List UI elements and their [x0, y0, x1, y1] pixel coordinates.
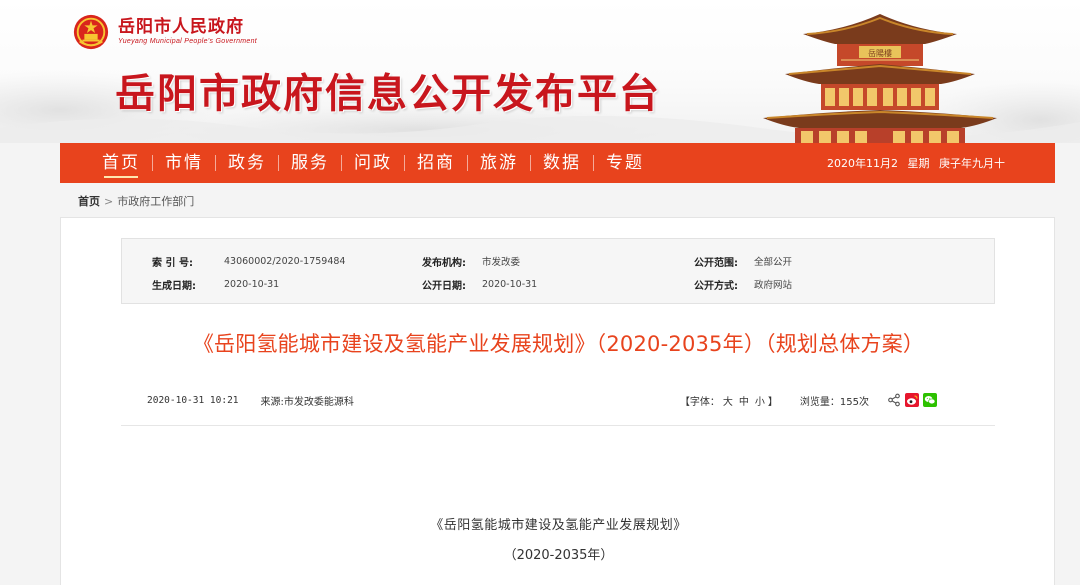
meta-label: 生成日期: — [152, 280, 196, 292]
nav-item-data[interactable]: 数据 — [531, 143, 593, 183]
nav-date: 2020年11月2 星期 庚子年九月十 — [827, 155, 1005, 171]
nav-item-topics[interactable]: 专题 — [594, 143, 656, 183]
meta-label: 公开日期: — [422, 280, 466, 292]
font-size-medium-link[interactable]: 中 — [739, 397, 749, 408]
nav-item-tourism[interactable]: 旅游 — [468, 143, 530, 183]
body-heading: 《岳阳氢能城市建设及氢能产业发展规划》 — [430, 518, 687, 533]
meta-value: 市发改委 — [482, 257, 521, 268]
content-card: 索 引 号: 43060002/2020-1759484 发布机构: 市发改委 … — [60, 217, 1055, 585]
meta-method: 公开方式: 政府网站 — [694, 274, 792, 294]
document-meta-box: 索 引 号: 43060002/2020-1759484 发布机构: 市发改委 … — [121, 238, 995, 304]
nav-item-investment[interactable]: 招商 — [405, 143, 467, 183]
meta-value: 政府网站 — [754, 280, 793, 291]
nav-item-home[interactable]: 首页 — [90, 143, 152, 183]
main-nav: 首页 市情 政务 服务 问政 招商 旅游 数据 专题 2020年11月2 星期 … — [60, 143, 1055, 183]
meta-row: 生成日期: 2020-10-31 公开日期: 2020-10-31 公开方式: … — [122, 274, 996, 294]
site-logo[interactable]: 岳阳市人民政府 Yueyang Municipal People's Gover… — [72, 12, 257, 52]
lunar-date-text: 庚子年九月十 — [939, 157, 1005, 170]
nav-item-city-info[interactable]: 市情 — [153, 143, 215, 183]
meta-label: 索 引 号: — [152, 257, 193, 269]
meta-publisher: 发布机构: 市发改委 — [422, 251, 520, 271]
weekday-text: 星期 — [907, 157, 930, 170]
meta-value: 43060002/2020-1759484 — [224, 255, 346, 267]
pavilion-plaque: 岳陽樓 — [868, 48, 892, 58]
date-text: 2020年11月2 — [827, 157, 898, 170]
meta-created: 生成日期: 2020-10-31 — [152, 274, 279, 294]
yueyang-tower-illustration: 岳陽樓 — [763, 14, 997, 143]
article-title: 《岳阳氢能城市建设及氢能产业发展规划》（2020-2035年）（规划总体方案） — [192, 332, 925, 356]
view-count: 浏览量：155次 — [799, 396, 869, 408]
meta-label: 公开方式: — [694, 280, 738, 292]
weibo-icon[interactable] — [905, 393, 919, 407]
meta-index: 索 引 号: 43060002/2020-1759484 — [152, 251, 345, 271]
meta-label: 公开范围: — [694, 257, 738, 269]
meta-value: 2020-10-31 — [224, 278, 280, 290]
gov-name: 岳阳市人民政府 — [118, 17, 244, 37]
meta-value: 2020-10-31 — [482, 278, 538, 290]
platform-title: 岳阳市政府信息公开发布平台 — [115, 71, 661, 117]
meta-row: 索 引 号: 43060002/2020-1759484 发布机构: 市发改委 … — [122, 251, 996, 271]
meta-value: 全部公开 — [754, 257, 793, 268]
national-emblem-icon — [73, 14, 109, 50]
nav-item-inquiry[interactable]: 问政 — [342, 143, 404, 183]
breadcrumb-separator: > — [104, 194, 114, 208]
font-size-small-link[interactable]: 小 — [755, 397, 765, 408]
font-size-large-link[interactable]: 大 — [723, 397, 733, 408]
article-tools: 【字体：大中小】 浏览量：155次 — [680, 393, 937, 408]
font-size-suffix: 】 — [767, 396, 778, 408]
breadcrumb: 首页 > 市政府工作部门 — [78, 193, 194, 209]
article-source: 来源:市发改委能源科 — [260, 396, 354, 408]
site-header: 岳阳市人民政府 Yueyang Municipal People's Gover… — [0, 0, 1080, 143]
meta-scope: 公开范围: 全部公开 — [694, 251, 792, 271]
body-subheading: （2020-2035年） — [503, 548, 614, 563]
meta-label: 发布机构: — [422, 257, 466, 269]
font-size-prefix: 【字体： — [679, 396, 720, 408]
article-info-bar: 2020-10-31 10:21 来源:市发改委能源科 【字体：大中小】 浏览量… — [121, 388, 995, 412]
nav-items: 首页 市情 政务 服务 问政 招商 旅游 数据 专题 — [60, 143, 656, 183]
gov-name-en: Yueyang Municipal People's Government — [118, 38, 258, 45]
wechat-icon[interactable] — [923, 393, 937, 407]
font-size-control: 【字体：大中小】 — [680, 393, 778, 408]
breadcrumb-current[interactable]: 市政府工作部门 — [117, 193, 194, 209]
share-icon[interactable] — [887, 393, 901, 407]
nav-item-services[interactable]: 服务 — [279, 143, 341, 183]
content-divider — [121, 425, 995, 426]
nav-item-government-affairs[interactable]: 政务 — [216, 143, 278, 183]
article-datetime: 2020-10-31 10:21 — [147, 394, 239, 406]
breadcrumb-home[interactable]: 首页 — [78, 193, 100, 209]
meta-published: 公开日期: 2020-10-31 — [422, 274, 537, 294]
